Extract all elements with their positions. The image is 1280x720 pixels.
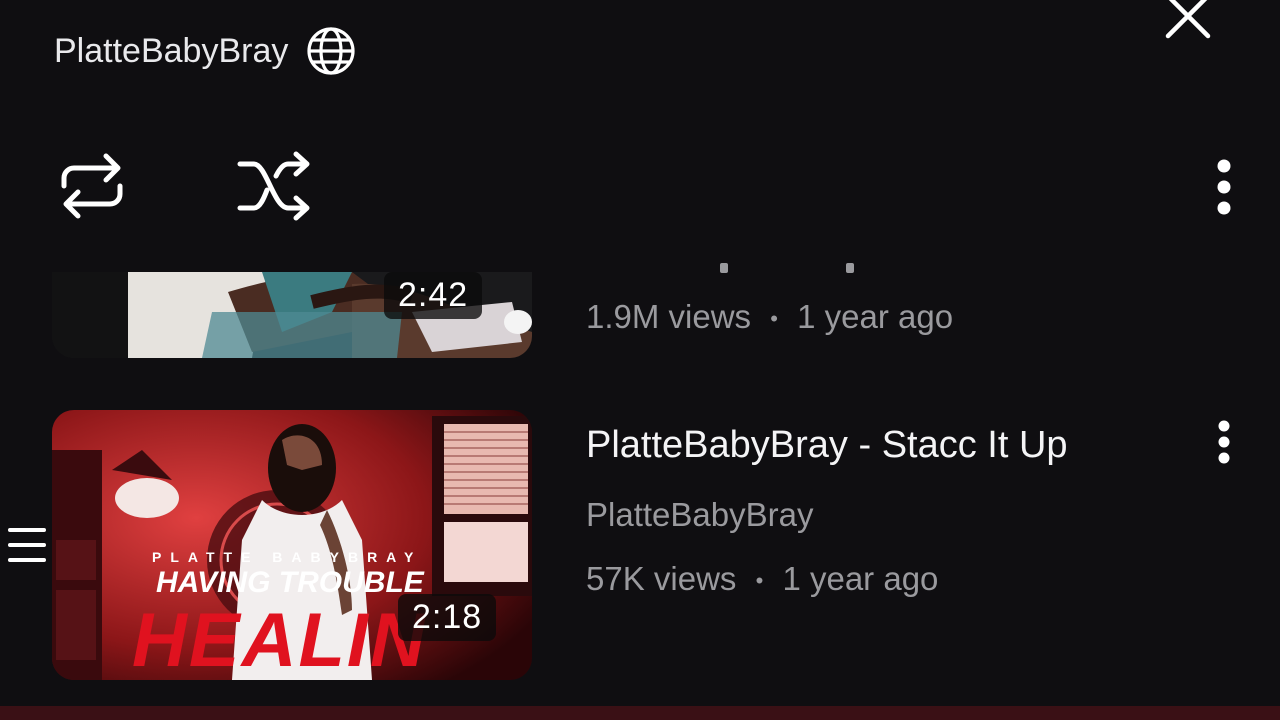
playlist-more-button[interactable] — [1204, 158, 1244, 216]
shuffle-icon — [236, 150, 312, 222]
video-title[interactable]: PlatteBabyBray - Stacc It Up — [586, 424, 1068, 467]
mini-player-bar[interactable] — [0, 706, 1280, 720]
thumbnail-text-top: PLATTE BABYBRAY — [152, 549, 422, 565]
video-meta: 57K views • 1 year ago — [586, 560, 938, 598]
playlist-title-clipped-glyphs — [54, 0, 834, 14]
close-button[interactable] — [1160, 0, 1216, 44]
video-thumbnail[interactable]: PLATTE BABYBRAY HAVING TROUBLE HEALIN 2:… — [52, 410, 532, 680]
video-duration: 2:18 — [398, 594, 497, 641]
video-age: 1 year ago — [782, 560, 939, 597]
drag-handle-icon — [6, 526, 48, 564]
video-more-button[interactable] — [1208, 418, 1240, 466]
clipped-video-title — [720, 262, 870, 280]
drag-handle[interactable] — [6, 526, 48, 564]
video-views: 57K views — [586, 560, 737, 597]
close-icon — [1160, 0, 1216, 44]
video-thumbnail[interactable]: 2:42 — [52, 272, 532, 358]
thumbnail-text-bottom: HEALIN — [132, 598, 427, 680]
playlist-channel-row: PlatteBabyBray — [54, 26, 356, 76]
more-vertical-icon — [1204, 158, 1244, 216]
video-channel[interactable]: PlatteBabyBray — [586, 496, 813, 534]
loop-button[interactable] — [56, 150, 128, 222]
video-meta: 1.9M views • 1 year ago — [586, 298, 953, 336]
video-duration: 2:42 — [384, 272, 483, 319]
video-age: 1 year ago — [797, 298, 954, 335]
playlist-title — [54, 0, 834, 25]
playlist-channel-name[interactable]: PlatteBabyBray — [54, 32, 288, 71]
thumbnail-text-middle: HAVING TROUBLE — [156, 566, 425, 599]
more-vertical-icon — [1208, 418, 1240, 466]
meta-separator: • — [770, 306, 778, 332]
meta-separator: • — [755, 568, 764, 594]
shuffle-button[interactable] — [236, 150, 312, 222]
video-views: 1.9M views — [586, 298, 752, 335]
globe-icon — [306, 26, 356, 76]
loop-icon — [56, 150, 128, 222]
